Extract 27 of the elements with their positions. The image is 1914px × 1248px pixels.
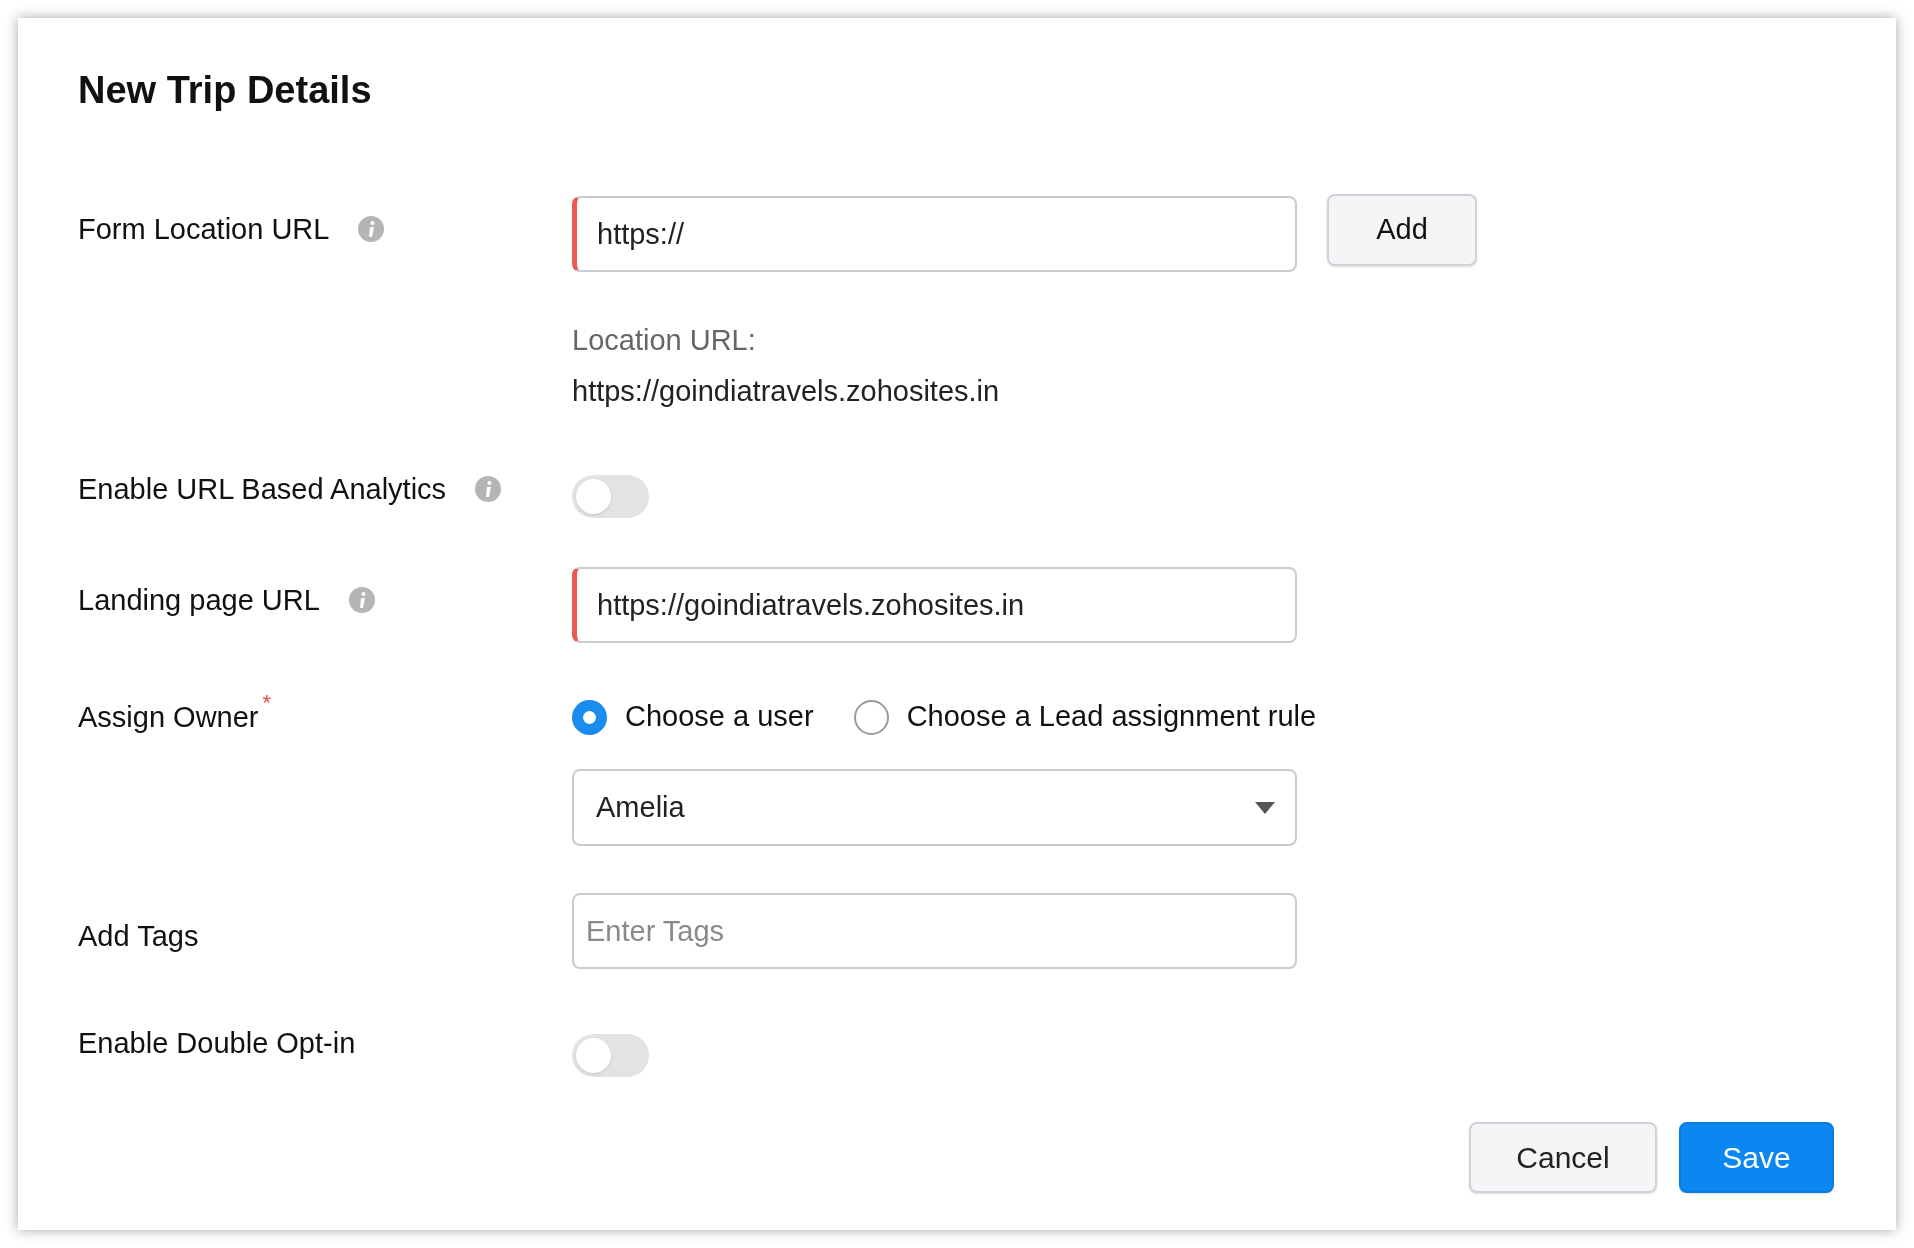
info-icon[interactable] — [357, 215, 386, 243]
toggle-switch[interactable] — [572, 475, 649, 518]
url-field[interactable]: https:// — [572, 196, 1297, 272]
field-label: Add Tags — [78, 919, 199, 953]
field-label: Assign Owner — [78, 700, 259, 734]
radio-button[interactable] — [853, 699, 889, 735]
info-icon[interactable] — [347, 586, 376, 614]
radio-label: Choose a user — [625, 699, 814, 735]
info-icon[interactable] — [474, 475, 503, 503]
location-url-label: Location URL: — [572, 323, 757, 358]
toggle-switch[interactable] — [572, 1034, 649, 1077]
location-url-value: https://goindiatravels.zohosites.in — [572, 374, 1001, 409]
add-button[interactable]: Add — [1327, 194, 1477, 266]
owner-dropdown[interactable]: Amelia — [572, 769, 1297, 846]
caret-icon — [1255, 801, 1275, 814]
dialog-title: New Trip Details — [78, 68, 373, 112]
field-label: Landing page URL — [78, 583, 320, 617]
radio-label: Choose a Lead assignment rule — [906, 699, 1317, 735]
cancel-button[interactable]: Cancel — [1469, 1122, 1657, 1193]
radio-button[interactable] — [572, 699, 607, 735]
save-button[interactable]: Save — [1679, 1122, 1834, 1193]
field-label: Form Location URL — [78, 212, 330, 246]
field-label: Enable Double Opt-in — [78, 1026, 356, 1060]
required-mark: * — [262, 694, 272, 712]
url-field[interactable]: https://goindiatravels.zohosites.in — [572, 567, 1297, 643]
field-label: Enable URL Based Analytics — [78, 472, 447, 506]
tags-field[interactable]: Enter Tags — [572, 893, 1297, 969]
